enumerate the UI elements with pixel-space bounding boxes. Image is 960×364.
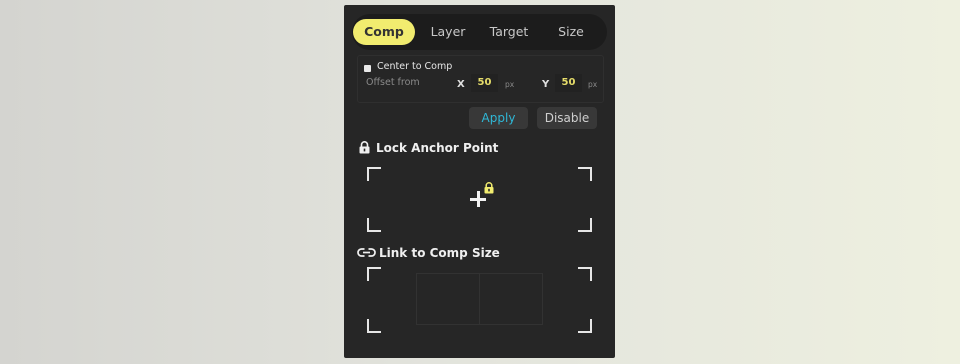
link-icon <box>357 248 376 257</box>
disable-button[interactable]: Disable <box>537 107 597 129</box>
tab-bar: Comp Layer Target Size <box>352 14 607 50</box>
preview-divider <box>479 274 480 324</box>
x-label: X <box>457 79 465 90</box>
anchor-corner-bottom-right[interactable] <box>578 218 592 232</box>
center-to-comp-label: Center to Comp <box>377 61 453 72</box>
y-offset-input[interactable]: 50 <box>555 74 582 92</box>
tab-target[interactable]: Target <box>479 14 539 50</box>
size-corner-top-right[interactable] <box>578 267 592 281</box>
size-corner-bottom-left[interactable] <box>367 319 381 333</box>
tab-comp[interactable]: Comp <box>353 19 415 45</box>
size-corner-bottom-right[interactable] <box>578 319 592 333</box>
lock-anchor-title: Lock Anchor Point <box>376 141 499 155</box>
center-to-comp-checkbox[interactable] <box>364 65 371 72</box>
x-unit: px <box>505 80 515 89</box>
y-label: Y <box>542 79 550 90</box>
small-lock-icon <box>484 182 494 194</box>
anchor-corner-bottom-left[interactable] <box>367 218 381 232</box>
anchor-corner-top-left[interactable] <box>367 167 381 181</box>
offset-settings: Center to Comp Offset from X 50 px Y 50 … <box>357 55 604 103</box>
y-unit: px <box>588 80 598 89</box>
comp-size-preview <box>416 273 543 325</box>
lock-icon <box>359 141 370 154</box>
offset-from-label: Offset from <box>366 77 420 88</box>
apply-button[interactable]: Apply <box>469 107 528 129</box>
link-comp-size-title: Link to Comp Size <box>379 246 500 260</box>
size-corner-top-left[interactable] <box>367 267 381 281</box>
tab-layer[interactable]: Layer <box>421 14 475 50</box>
anchor-panel: Comp Layer Target Size Center to Comp Of… <box>344 5 615 358</box>
x-offset-input[interactable]: 50 <box>471 74 498 92</box>
anchor-corner-top-right[interactable] <box>578 167 592 181</box>
tab-size[interactable]: Size <box>543 14 599 50</box>
